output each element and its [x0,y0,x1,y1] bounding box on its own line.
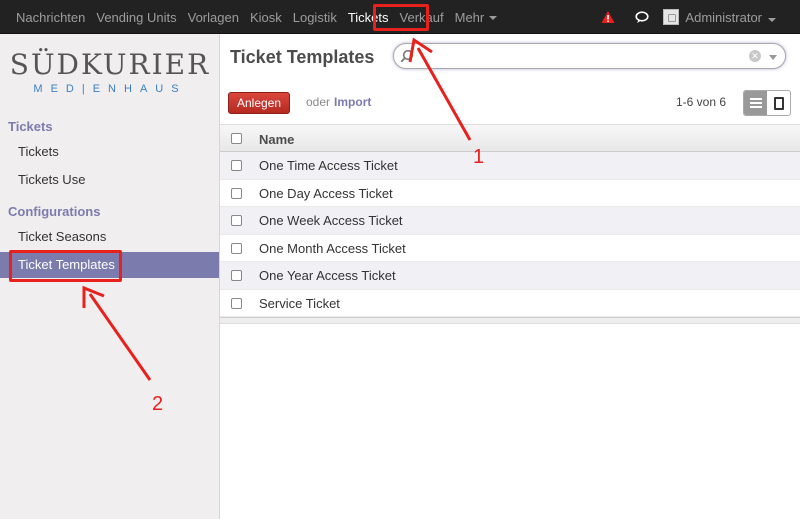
table-row[interactable]: Service Ticket [220,290,800,317]
view-switcher [743,90,791,116]
list-icon [749,98,762,108]
row-checkbox[interactable] [231,187,242,199]
logo-sub-text: MED|ENHAUS [33,83,187,95]
navbar-right: Administrator [601,0,776,34]
or-label: oder [306,95,331,109]
row-name: One Year Access Ticket [259,268,396,283]
table-row[interactable]: One Day Access Ticket [220,180,800,207]
table-row[interactable]: One Time Access Ticket [220,152,800,180]
annotation-box-1 [373,4,429,31]
search-options-caret-icon[interactable] [769,55,777,60]
search-icon [400,49,414,63]
main-menu: Nachrichten Vending Units Vorlagen Kiosk… [16,0,508,34]
import-link[interactable]: Import [334,95,371,109]
menu-nachrichten[interactable]: Nachrichten [16,10,85,25]
column-name-header[interactable]: Name [259,132,294,147]
row-checkbox[interactable] [231,160,242,171]
list-view-button[interactable] [744,91,767,115]
caret-down-icon [768,17,776,22]
menu-mehr[interactable]: Mehr [455,10,498,25]
table-row[interactable]: One Week Access Ticket [220,207,800,235]
menu-kiosk[interactable]: Kiosk [250,10,282,25]
menu-mehr-label: Mehr [454,9,485,25]
table-row[interactable]: One Month Access Ticket [220,235,800,262]
row-checkbox[interactable] [231,297,242,309]
row-checkbox[interactable] [231,215,242,226]
search-box[interactable]: ✕ [393,43,786,69]
search-input[interactable] [416,47,736,65]
caret-down-icon [489,16,498,21]
sidebar-section-tickets: Tickets [8,119,53,134]
sidebar-item-tickets-use[interactable]: Tickets Use [0,167,219,193]
warning-icon[interactable] [601,10,615,24]
menu-vending-units[interactable]: Vending Units [96,10,176,25]
main-content: Ticket Templates ✕ Anlegen oder Import 1-… [220,34,800,519]
avatar[interactable] [663,9,680,25]
row-checkbox[interactable] [231,270,242,281]
sidebar-section-configurations: Configurations [8,204,101,219]
logo-main-text: SÜDKURIER [9,48,211,81]
menu-vorlagen[interactable]: Vorlagen [188,10,239,25]
page-title: Ticket Templates [230,47,375,67]
table-footer [220,317,800,324]
import-area: oder Import [306,95,371,109]
row-name: One Week Access Ticket [259,213,403,228]
templates-table: Name One Time Access Ticket One Day Acce… [220,124,800,324]
sidebar-item-ticket-seasons[interactable]: Ticket Seasons [0,224,219,250]
chat-icon[interactable] [635,10,650,24]
form-view-icon [773,96,784,110]
create-button[interactable]: Anlegen [228,92,291,114]
company-logo[interactable]: SÜDKURIER MED|ENHAUS [0,42,220,114]
annotation-box-2 [9,250,122,282]
user-name: Administrator [685,9,762,25]
row-name: One Day Access Ticket [259,185,393,201]
row-name: One Month Access Ticket [259,240,406,256]
row-name: Service Ticket [259,295,340,311]
annotation-label-1: 1 [473,146,485,168]
table-header: Name [220,124,800,152]
form-view-button[interactable] [767,91,790,115]
pager-value[interactable]: 1-6 von 6 [676,95,726,109]
clear-icon[interactable]: ✕ [749,50,761,62]
menu-logistik[interactable]: Logistik [293,10,337,25]
table-row[interactable]: One Year Access Ticket [220,262,800,290]
sidebar-item-tickets[interactable]: Tickets [0,139,219,165]
annotation-label-2: 2 [152,393,164,415]
select-all-checkbox[interactable] [231,133,242,144]
user-menu[interactable]: Administrator [685,10,776,25]
row-checkbox[interactable] [231,242,242,254]
row-name: One Time Access Ticket [259,158,398,173]
